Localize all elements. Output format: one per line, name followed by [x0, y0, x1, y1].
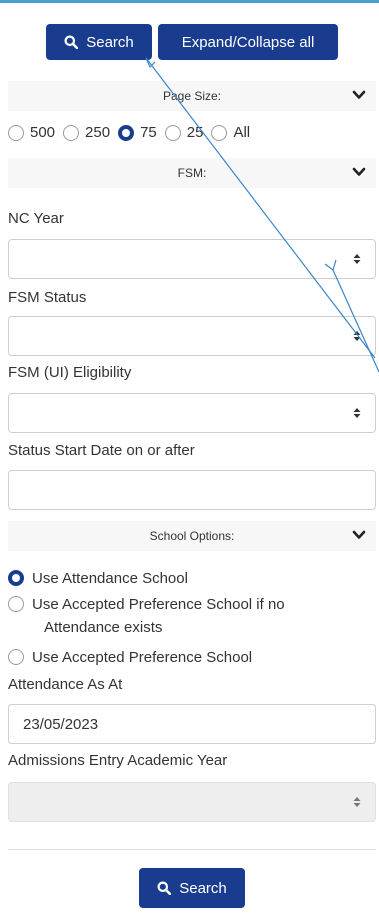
page-size-option-75[interactable]: 75 [118, 124, 157, 141]
school-option-label: Use Attendance School [32, 570, 188, 587]
nc-year-select[interactable] [8, 239, 376, 279]
search-button-bottom[interactable]: Search [139, 868, 245, 908]
school-options-header-label: School Options: [149, 529, 235, 543]
status-start-date-label: Status Start Date on or after [8, 442, 195, 459]
fsm-header-label: FSM: [177, 166, 207, 180]
school-option-label-continued: Attendance exists [44, 619, 163, 636]
school-options-header[interactable]: School Options: [8, 521, 376, 551]
search-button-label: Search [179, 879, 227, 897]
expand-collapse-label: Expand/Collapse all [181, 33, 315, 51]
sort-icon [353, 797, 361, 807]
radio-button[interactable] [63, 124, 80, 141]
sort-icon [353, 331, 361, 341]
fsm-status-label: FSM Status [8, 289, 87, 306]
top-border [0, 0, 379, 3]
search-icon [64, 35, 79, 49]
school-option-accepted-preference[interactable]: Use Accepted Preference School [8, 646, 252, 669]
sort-icon [353, 408, 361, 418]
school-option-attendance[interactable]: Use Attendance School [8, 567, 188, 590]
page-size-option-250[interactable]: 250 [63, 124, 110, 141]
chevron-down-icon [352, 530, 366, 539]
radio-button[interactable] [211, 124, 228, 141]
radio-label: 250 [85, 124, 111, 141]
status-start-date-input[interactable] [8, 470, 376, 510]
attendance-as-at-label: Attendance As At [8, 676, 123, 693]
radio-button[interactable] [8, 596, 24, 612]
attendance-as-at-input[interactable]: 23/05/2023 [8, 704, 376, 744]
radio-button[interactable] [164, 124, 181, 141]
search-icon [157, 881, 172, 895]
nc-year-label: NC Year [8, 210, 64, 227]
page-size-header-label: Page Size: [162, 89, 222, 103]
fsm-header[interactable]: FSM: [8, 158, 376, 188]
radio-label: 25 [186, 124, 204, 141]
school-option-accepted-preference-if-no-attendance[interactable]: Use Accepted Preference School if no Att… [8, 593, 285, 639]
fsm-ui-eligibility-select[interactable] [8, 393, 376, 433]
expand-collapse-all-button[interactable]: Expand/Collapse all [158, 24, 338, 60]
school-option-label: Use Accepted Preference School [32, 649, 253, 666]
chevron-down-icon [352, 90, 366, 99]
page-size-option-all[interactable]: All [211, 124, 250, 141]
school-option-label-block: Use Accepted Preference School if no Att… [32, 593, 285, 639]
search-button-label: Search [86, 33, 134, 51]
chevron-down-icon [352, 167, 366, 176]
school-option-label: Use Accepted Preference School if no [32, 596, 285, 613]
radio-button[interactable] [8, 649, 24, 665]
admissions-entry-academic-year-label: Admissions Entry Academic Year [8, 752, 228, 769]
radio-label: All [233, 124, 251, 141]
radio-label: 500 [30, 124, 56, 141]
page-size-option-500[interactable]: 500 [8, 124, 55, 141]
page-size-option-25[interactable]: 25 [164, 124, 204, 141]
fsm-ui-eligibility-label: FSM (UI) Eligibility [8, 364, 132, 381]
page-size-radio-group: 500 250 75 25 All [8, 124, 258, 141]
divider [8, 849, 376, 850]
page-size-header[interactable]: Page Size: [8, 81, 376, 111]
radio-button-selected[interactable] [8, 570, 24, 586]
admissions-entry-academic-year-select [8, 782, 376, 822]
radio-label: 75 [140, 124, 157, 141]
radio-button[interactable] [8, 124, 24, 141]
radio-button-selected[interactable] [118, 124, 135, 141]
fsm-status-select[interactable] [8, 316, 376, 356]
search-button-top[interactable]: Search [46, 24, 152, 60]
sort-icon [353, 254, 361, 264]
